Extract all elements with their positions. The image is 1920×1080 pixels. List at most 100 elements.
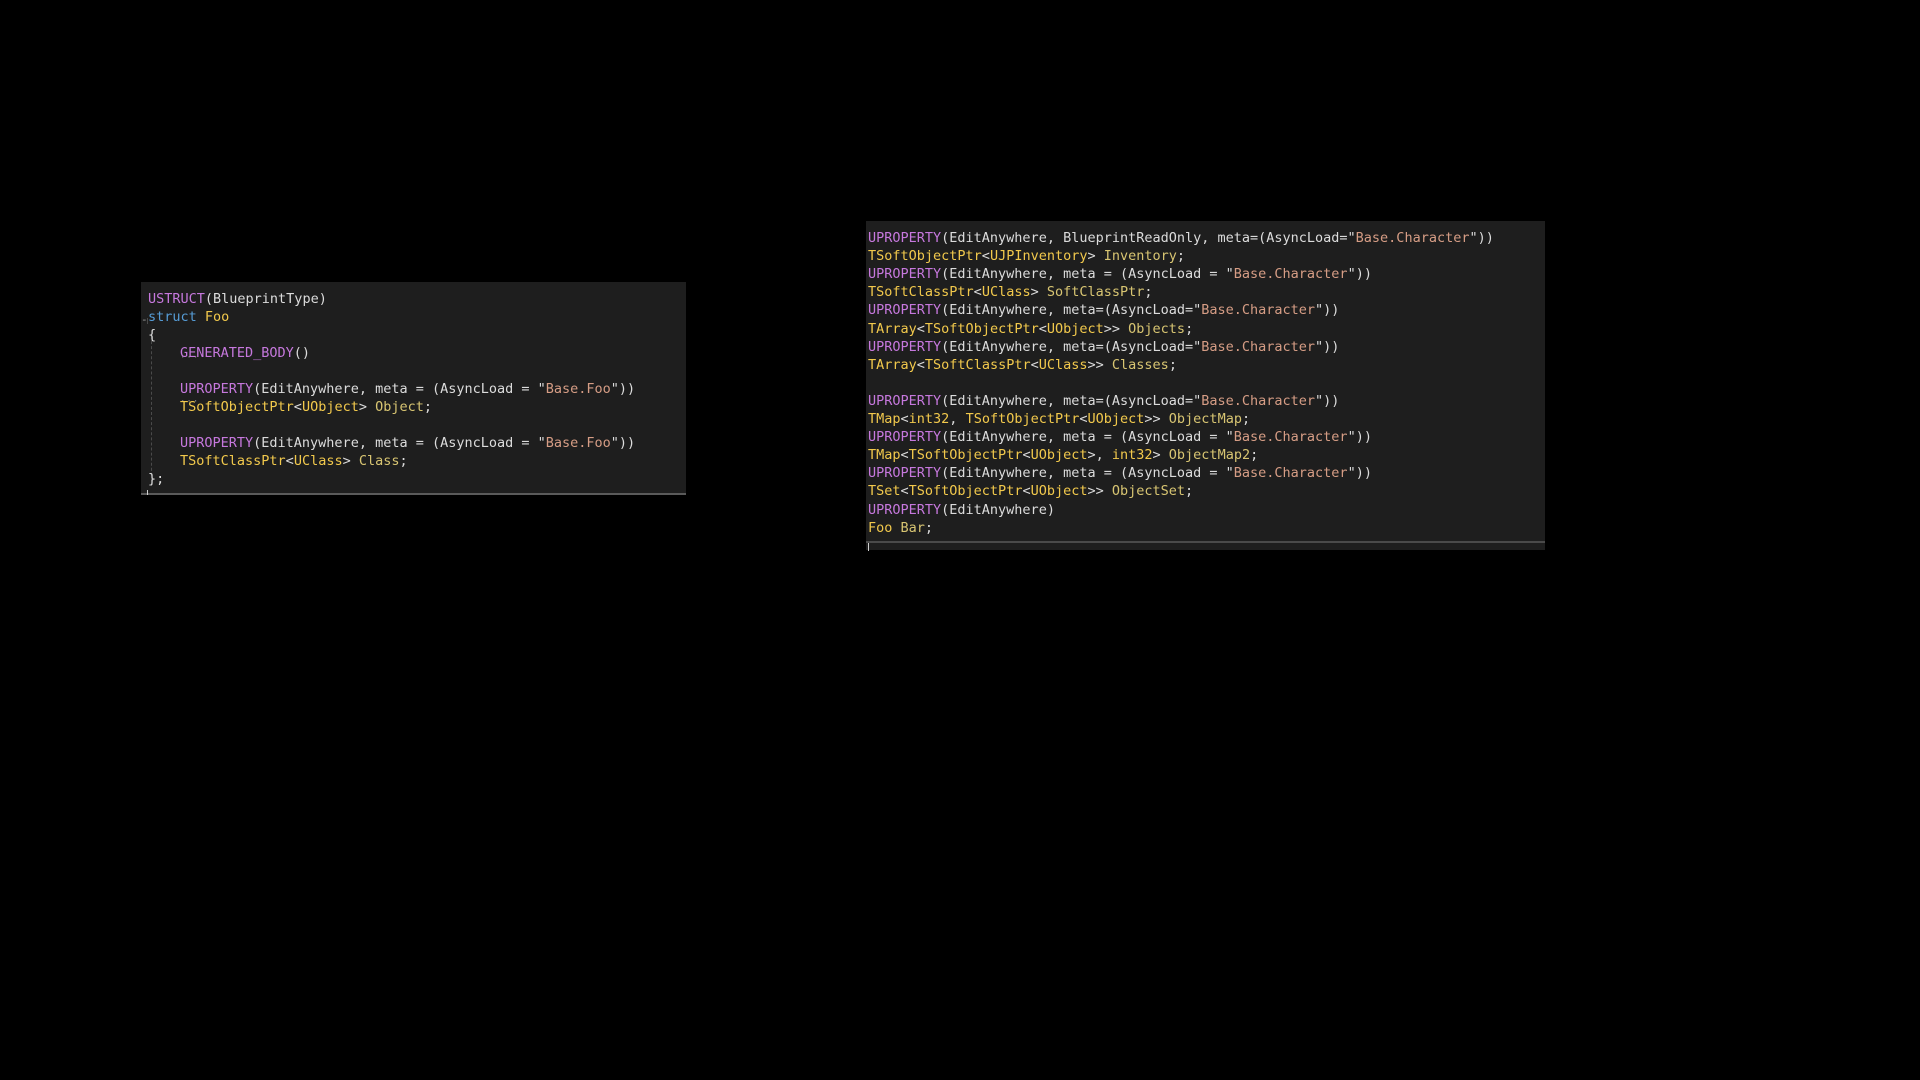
- code-line[interactable]: Foo Bar;: [868, 519, 933, 537]
- code-token-type: TMap: [868, 447, 901, 464]
- code-token-macro: USTRUCT: [148, 291, 205, 307]
- left-code-editor[interactable]: - ··· ··· USTRUCT(BlueprintType) struct F…: [141, 282, 686, 495]
- code-token-plain: ;: [423, 399, 433, 415]
- code-line[interactable]: UPROPERTY(EditAnywhere): [868, 501, 1055, 519]
- code-token-type: UJPInventory: [989, 248, 1088, 265]
- code-line[interactable]: UPROPERTY(EditAnywhere, meta=(AsyncLoad=…: [868, 338, 1339, 356]
- code-token-plain: ;: [1241, 411, 1251, 427]
- code-token-plain: >,: [1087, 447, 1112, 464]
- code-token-type: TSoftClassPtr: [180, 453, 286, 469]
- code-token-plain: (EditAnywhere, meta=(AsyncLoad=": [941, 302, 1202, 319]
- code-token-string: Base.Character: [1233, 429, 1348, 446]
- code-token-string: Base.Foo: [545, 435, 611, 451]
- code-token-type: UClass: [1038, 356, 1088, 373]
- code-line[interactable]: TSoftClassPtr<UClass> Class;: [148, 452, 408, 470]
- text-cursor: [147, 490, 148, 495]
- code-token-ident: ObjectMap: [1168, 411, 1242, 427]
- code-token-type: UObject: [1030, 483, 1088, 500]
- code-line[interactable]: TSoftClassPtr<UClass> SoftClassPtr;: [868, 283, 1153, 301]
- code-token-plain: (EditAnywhere, meta=(AsyncLoad=": [941, 392, 1202, 409]
- code-token-type: TSoftObjectPtr: [908, 483, 1023, 500]
- code-token-macro: UPROPERTY: [180, 435, 254, 451]
- code-line[interactable]: UPROPERTY(EditAnywhere, meta=(AsyncLoad=…: [868, 392, 1339, 410]
- right-code-editor[interactable]: UPROPERTY(EditAnywhere, BlueprintReadOnl…: [866, 221, 1545, 551]
- code-token-ident: Bar: [900, 519, 925, 536]
- code-line[interactable]: struct Foo: [148, 308, 229, 326]
- code-token-plain: (EditAnywhere): [941, 501, 1055, 518]
- code-token-plain: <: [900, 411, 909, 427]
- code-token-plain: <: [1022, 483, 1031, 500]
- code-token-plain: ;: [1185, 320, 1194, 337]
- code-token-plain: >: [1087, 248, 1104, 265]
- code-token-plain: ")): [1347, 465, 1372, 482]
- code-token-plain: ,: [949, 411, 966, 427]
- code-token-plain: ;: [1250, 447, 1259, 464]
- code-token-plain: <: [293, 399, 302, 415]
- code-token-type: Foo: [868, 519, 893, 536]
- code-token-type: TSoftObjectPtr: [924, 320, 1039, 337]
- code-token-type: UObject: [301, 399, 359, 415]
- code-line[interactable]: UPROPERTY(EditAnywhere, meta = (AsyncLoa…: [148, 380, 635, 398]
- code-token-string: Base.Character: [1233, 465, 1348, 482]
- code-line[interactable]: UPROPERTY(EditAnywhere, meta = (AsyncLoa…: [868, 464, 1372, 482]
- code-line[interactable]: TSoftObjectPtr<UObject> Object;: [148, 398, 432, 416]
- code-line[interactable]: UPROPERTY(EditAnywhere, meta = (AsyncLoa…: [868, 428, 1372, 446]
- code-line[interactable]: GENERATED_BODY(): [148, 344, 310, 362]
- code-token-plain: >: [358, 399, 376, 415]
- code-token-macro: UPROPERTY: [868, 302, 942, 319]
- code-token-macro: UPROPERTY: [868, 338, 942, 355]
- code-token-type: TSoftObjectPtr: [868, 248, 982, 265]
- code-token-plain: <: [916, 320, 925, 337]
- code-token-plain: <: [1079, 411, 1088, 427]
- code-token-plain: <: [1030, 356, 1039, 373]
- code-line[interactable]: TArray<TSoftObjectPtr<UObject>> Objects;: [868, 320, 1193, 338]
- code-token-ident: SoftClassPtr: [1046, 284, 1145, 301]
- code-line[interactable]: {: [148, 326, 156, 344]
- code-token-plain: (EditAnywhere, BlueprintReadOnly, meta=(…: [941, 230, 1356, 246]
- code-token-plain: ;: [399, 453, 408, 469]
- code-line[interactable]: UPROPERTY(EditAnywhere, meta=(AsyncLoad=…: [868, 301, 1339, 319]
- code-token-type: UClass: [293, 453, 343, 469]
- code-token-macro: UPROPERTY: [868, 429, 942, 446]
- code-token-type: TSoftObjectPtr: [965, 411, 1080, 427]
- code-token-plain: };: [148, 471, 165, 487]
- code-token-plain: ")): [1315, 302, 1340, 319]
- code-token-plain: <: [1022, 447, 1031, 464]
- code-token-type: UClass: [981, 284, 1031, 301]
- code-line[interactable]: TArray<TSoftClassPtr<UClass>> Classes;: [868, 356, 1177, 374]
- code-token-plain: ;: [1168, 356, 1177, 373]
- code-token-type: UObject: [1030, 447, 1088, 464]
- code-token-macro: UPROPERTY: [868, 266, 942, 283]
- code-token-plain: ;: [1176, 248, 1186, 265]
- code-line[interactable]: TMap<int32, TSoftObjectPtr<UObject>> Obj…: [868, 410, 1250, 428]
- code-token-ident: Objects: [1128, 320, 1186, 337]
- code-token-ident: Class: [358, 453, 400, 469]
- code-token-plain: (): [293, 345, 311, 361]
- code-token-ident: ObjectMap2: [1168, 447, 1251, 464]
- code-token-plain: ")): [1315, 392, 1340, 409]
- code-token-plain: ")): [610, 381, 636, 397]
- code-token-string: Base.Character: [1201, 392, 1316, 409]
- code-token-plain: {: [148, 327, 157, 343]
- code-token-plain: <: [900, 483, 909, 500]
- code-line[interactable]: };: [148, 470, 164, 488]
- code-line[interactable]: TSoftObjectPtr<UJPInventory> Inventory;: [868, 247, 1185, 265]
- code-line[interactable]: TMap<TSoftObjectPtr<UObject>, int32> Obj…: [868, 446, 1258, 464]
- code-token-type: TMap: [868, 411, 901, 427]
- code-line[interactable]: USTRUCT(BlueprintType): [148, 290, 327, 308]
- horizontal-scrollbar[interactable]: [866, 541, 1545, 543]
- code-token-plain: (BlueprintType): [204, 291, 327, 307]
- code-token-ident: Classes: [1111, 356, 1169, 373]
- code-token-type: TSoftClassPtr: [868, 284, 974, 301]
- code-token-string: Base.Character: [1201, 338, 1316, 355]
- code-token-plain: <: [916, 356, 925, 373]
- code-line[interactable]: UPROPERTY(EditAnywhere, BlueprintReadOnl…: [868, 229, 1494, 247]
- code-token-plain: >>: [1144, 411, 1169, 427]
- code-token-plain: ")): [1347, 429, 1372, 446]
- code-token-macro: UPROPERTY: [868, 230, 942, 246]
- code-token-string: Base.Character: [1355, 230, 1470, 246]
- code-line[interactable]: UPROPERTY(EditAnywhere, meta = (AsyncLoa…: [148, 434, 635, 452]
- code-line[interactable]: TSet<TSoftObjectPtr<UObject>> ObjectSet;: [868, 482, 1193, 500]
- code-line[interactable]: UPROPERTY(EditAnywhere, meta = (AsyncLoa…: [868, 265, 1372, 283]
